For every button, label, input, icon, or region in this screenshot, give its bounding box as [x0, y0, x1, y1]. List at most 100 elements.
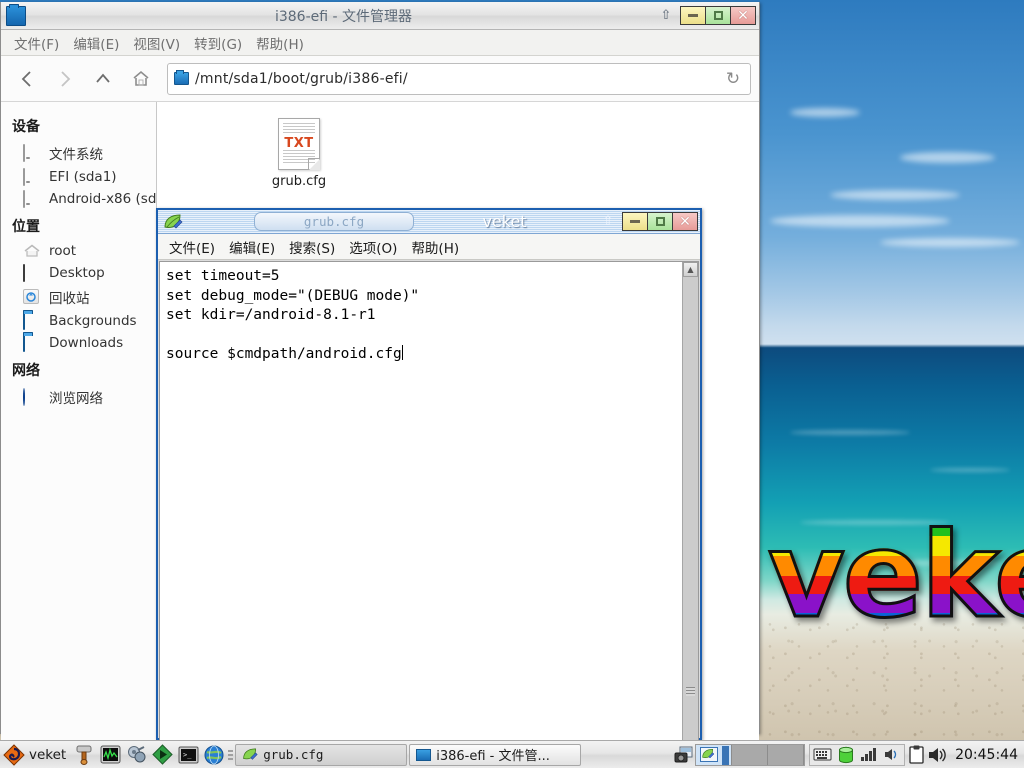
- editor-titlebar[interactable]: grub.cfg veket ⇧ ✕: [158, 210, 700, 234]
- text-cursor: [401, 345, 403, 360]
- menu-view[interactable]: 视图(V): [126, 31, 187, 55]
- terminal-icon[interactable]: >_: [176, 743, 200, 767]
- taskbar-button-file-manager[interactable]: i386-efi - 文件管...: [409, 743, 582, 766]
- sidebar-group-network: 网络: [12, 363, 40, 379]
- desktop: veket i386-efi - 文件管理器 ⇧ ✕ 文件(F) 编辑(E) 视…: [0, 0, 1024, 768]
- editor-tab-grub-cfg[interactable]: grub.cfg: [254, 212, 414, 231]
- folder-icon: [23, 312, 43, 330]
- file-manager-sidebar[interactable]: 设备 文件系统 EFI (sda1) Android-x86 (sd... 位置: [1, 102, 157, 760]
- sidebar-item-desktop[interactable]: Desktop: [1, 262, 156, 284]
- file-manager-toolbar[interactable]: /mnt/sda1/boot/grub/i386-efi/ ↻: [1, 56, 759, 102]
- folder-icon: [416, 748, 432, 761]
- sidebar-group-places: 位置: [12, 219, 40, 235]
- minimize-icon[interactable]: [680, 6, 706, 25]
- keyboard-icon[interactable]: [813, 745, 832, 764]
- sidebar-item-root[interactable]: root: [1, 240, 156, 262]
- pager-window-edge: [722, 745, 730, 765]
- path-text[interactable]: /mnt/sda1/boot/grub/i386-efi/: [195, 71, 722, 87]
- folder-icon: [174, 70, 189, 85]
- sidebar-item-efi[interactable]: EFI (sda1): [1, 166, 156, 188]
- sidebar-item-label: 回收站: [49, 291, 90, 307]
- file-item-grub-cfg[interactable]: TXT grub.cfg: [251, 114, 347, 189]
- desktop-icon: [23, 264, 43, 282]
- workspace-pager[interactable]: [695, 743, 806, 766]
- menu-file[interactable]: 文件(E): [162, 235, 222, 259]
- speaker-icon[interactable]: [882, 745, 901, 764]
- workspace-3[interactable]: [768, 744, 805, 765]
- veket-diamond-icon[interactable]: [2, 743, 26, 767]
- workspace-1[interactable]: [696, 744, 733, 765]
- sidebar-item-backgrounds[interactable]: Backgrounds: [1, 310, 156, 332]
- sidebar-item-label: EFI (sda1): [49, 169, 117, 185]
- menu-help[interactable]: 帮助(H): [249, 31, 311, 55]
- scroll-up-icon[interactable]: ▲: [683, 262, 698, 277]
- clipboard-icon[interactable]: [907, 745, 926, 764]
- clock[interactable]: 20:45:44: [955, 747, 1018, 763]
- globe-icon: [23, 388, 43, 406]
- scrollbar-track[interactable]: [683, 277, 698, 742]
- sidebar-item-filesystem[interactable]: 文件系统: [1, 140, 156, 166]
- sidebar-item-android-x86[interactable]: Android-x86 (sd...: [1, 188, 156, 210]
- editor-menubar[interactable]: 文件(E) 编辑(E) 搜索(S) 选项(O) 帮助(H): [158, 234, 700, 260]
- shade-icon[interactable]: ⇧: [599, 213, 617, 231]
- file-type-badge: TXT: [284, 136, 314, 151]
- file-name-label: grub.cfg: [271, 174, 327, 189]
- menu-options[interactable]: 选项(O): [342, 235, 404, 259]
- sidebar-item-label: 浏览网络: [49, 391, 103, 407]
- sidebar-group-devices: 设备: [12, 119, 40, 135]
- close-icon[interactable]: ✕: [730, 6, 756, 25]
- menu-go[interactable]: 转到(G): [187, 31, 249, 55]
- workspace-2[interactable]: [732, 744, 769, 765]
- speaker-icon[interactable]: [928, 745, 947, 764]
- file-manager-window-controls[interactable]: ⇧ ✕: [657, 6, 756, 25]
- text-editor-window[interactable]: grub.cfg veket ⇧ ✕ 文件(E) 编辑(E) 搜索(S) 选项(…: [156, 208, 702, 743]
- back-button[interactable]: [9, 62, 45, 96]
- signal-bars-icon[interactable]: [859, 745, 878, 764]
- menu-help[interactable]: 帮助(H): [404, 235, 466, 259]
- settings-icon[interactable]: [124, 743, 148, 767]
- mount-tool-icon[interactable]: [72, 743, 96, 767]
- sidebar-item-label: Desktop: [49, 265, 105, 281]
- sidebar-item-trash[interactable]: 回收站: [1, 284, 156, 310]
- editor-text-area[interactable]: set timeout=5 set debug_mode="(DEBUG mod…: [159, 261, 699, 743]
- editor-content[interactable]: set timeout=5 set debug_mode="(DEBUG mod…: [160, 262, 682, 742]
- close-icon[interactable]: ✕: [672, 212, 698, 231]
- taskbar-button-grub-cfg[interactable]: grub.cfg: [235, 743, 408, 766]
- scrollbar-grip[interactable]: [686, 687, 695, 696]
- home-icon[interactable]: [123, 62, 159, 96]
- editor-vertical-scrollbar[interactable]: ▲: [682, 262, 698, 742]
- sidebar-item-downloads[interactable]: Downloads: [1, 332, 156, 354]
- editor-window-controls[interactable]: ⇧ ✕: [599, 212, 698, 231]
- forward-button[interactable]: [47, 62, 83, 96]
- start-menu-label[interactable]: veket: [29, 747, 66, 763]
- menu-search[interactable]: 搜索(S): [282, 235, 342, 259]
- menu-file[interactable]: 文件(F): [7, 31, 66, 55]
- file-manager-menubar[interactable]: 文件(F) 编辑(E) 视图(V) 转到(G) 帮助(H): [1, 30, 759, 56]
- txt-file-icon: TXT: [251, 114, 347, 170]
- shade-icon[interactable]: ⇧: [657, 7, 675, 25]
- path-bar[interactable]: /mnt/sda1/boot/grub/i386-efi/ ↻: [167, 62, 751, 95]
- system-tray[interactable]: [809, 743, 906, 766]
- leaf-pencil-icon: [243, 748, 258, 760]
- camera-icon[interactable]: [674, 745, 693, 764]
- file-manager-titlebar[interactable]: i386-efi - 文件管理器 ⇧ ✕: [1, 2, 759, 30]
- maximize-icon[interactable]: [647, 212, 673, 231]
- media-player-icon[interactable]: [150, 743, 174, 767]
- maximize-icon[interactable]: [705, 6, 731, 25]
- menu-edit[interactable]: 编辑(E): [66, 31, 126, 55]
- taskbar[interactable]: veket >_ grub.cfg i386-efi - 文件管... 20:4…: [0, 740, 1024, 768]
- sidebar-item-browse-network[interactable]: 浏览网络: [1, 384, 156, 410]
- minimize-icon[interactable]: [622, 212, 648, 231]
- taskbar-button-label: grub.cfg: [263, 747, 324, 762]
- web-browser-icon[interactable]: [202, 743, 226, 767]
- menu-edit[interactable]: 编辑(E): [222, 235, 282, 259]
- taskbar-button-label: i386-efi - 文件管...: [436, 749, 550, 764]
- drive-icon: [23, 190, 43, 208]
- pager-window: [700, 746, 719, 762]
- disk-usage-icon[interactable]: [836, 745, 855, 764]
- drive-icon: [23, 168, 43, 186]
- editor-title: veket: [482, 212, 527, 231]
- up-button[interactable]: [85, 62, 121, 96]
- system-monitor-icon[interactable]: [98, 743, 122, 767]
- reload-icon[interactable]: ↻: [722, 69, 744, 89]
